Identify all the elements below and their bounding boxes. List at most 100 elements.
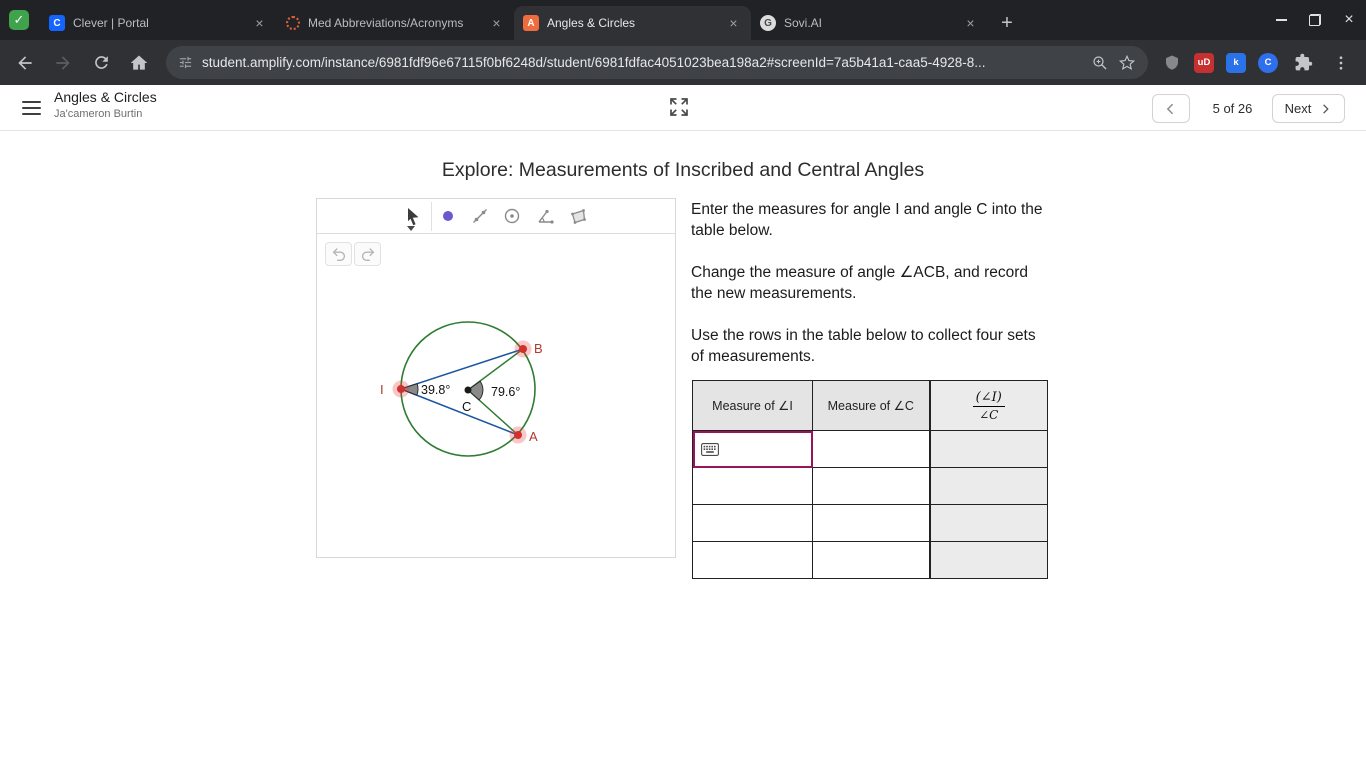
ublock-icon: uD bbox=[1194, 53, 1214, 73]
applet-toolbar bbox=[317, 199, 675, 234]
header-ratio: (∠I) ∠C bbox=[930, 381, 1048, 431]
home-button[interactable] bbox=[122, 46, 156, 80]
chevron-right-icon bbox=[1318, 102, 1332, 116]
measure-I-cell-row1[interactable] bbox=[693, 431, 813, 468]
tab-title: Clever | Portal bbox=[73, 16, 243, 30]
tab-angles-circles-active[interactable]: A Angles & Circles × bbox=[514, 6, 751, 40]
next-page-button[interactable]: Next bbox=[1272, 94, 1345, 123]
browser-tab-strip: ✓ C Clever | Portal × Med Abbreviations/… bbox=[0, 0, 1366, 40]
tab-close-icon[interactable]: × bbox=[488, 15, 505, 32]
new-tab-button[interactable]: + bbox=[993, 9, 1021, 37]
polygon-tool-button[interactable] bbox=[568, 206, 588, 226]
angle-C-measure-label: 79.6° bbox=[491, 385, 520, 399]
tab-sovi-ai[interactable]: G Sovi.AI × bbox=[751, 6, 988, 40]
forward-button[interactable] bbox=[46, 46, 80, 80]
clever-ext-icon: C bbox=[1258, 53, 1278, 73]
point-tool-button[interactable] bbox=[438, 206, 458, 226]
browser-menu-button[interactable] bbox=[1324, 46, 1358, 80]
move-tool-button[interactable] bbox=[403, 206, 423, 226]
lesson-header-title: Angles & Circles bbox=[54, 89, 157, 105]
point-B-label: B bbox=[534, 341, 543, 356]
window-avatar-icon[interactable]: ✓ bbox=[9, 10, 29, 30]
tab-title: Med Abbreviations/Acronyms bbox=[308, 16, 480, 30]
tab-close-icon[interactable]: × bbox=[725, 15, 742, 32]
header-measure-C: Measure of ∠C bbox=[813, 381, 930, 431]
minimize-button[interactable] bbox=[1264, 0, 1298, 40]
point-I[interactable] bbox=[397, 385, 405, 393]
back-button[interactable] bbox=[8, 46, 42, 80]
tab-title: Sovi.AI bbox=[784, 16, 954, 30]
instruction-paragraph-3: Use the rows in the table below to colle… bbox=[691, 325, 1047, 367]
amplify-favicon-icon: A bbox=[523, 15, 539, 31]
angle-tool-icon bbox=[535, 206, 555, 226]
measure-C-cell-row1[interactable] bbox=[813, 431, 930, 468]
line-tool-icon bbox=[470, 206, 490, 226]
tab-clever-portal[interactable]: C Clever | Portal × bbox=[40, 6, 277, 40]
next-button-label: Next bbox=[1285, 101, 1312, 116]
reload-button[interactable] bbox=[84, 46, 118, 80]
ratio-fraction: (∠I) ∠C bbox=[973, 390, 1005, 422]
ratio-cell-row4 bbox=[930, 542, 1048, 579]
measure-I-cell-row4[interactable] bbox=[693, 542, 813, 579]
tool-dropdown-caret-icon[interactable] bbox=[407, 226, 415, 231]
instructions-panel: Enter the measures for angle I and angle… bbox=[691, 199, 1047, 388]
point-B[interactable] bbox=[519, 345, 527, 353]
cursor-arrow-icon bbox=[403, 206, 423, 226]
line-tool-button[interactable] bbox=[470, 206, 490, 226]
measurement-table: Measure of ∠I Measure of ∠C (∠I) ∠C bbox=[692, 380, 1048, 579]
ratio-cell-row3 bbox=[930, 505, 1048, 542]
ublock-extension[interactable]: uD bbox=[1190, 46, 1218, 80]
clever-extension[interactable]: C bbox=[1254, 46, 1282, 80]
point-I-label: I bbox=[380, 382, 384, 397]
puzzle-icon bbox=[1294, 53, 1313, 72]
home-icon bbox=[129, 53, 149, 73]
measure-I-cell-row3[interactable] bbox=[693, 505, 813, 542]
geometry-canvas[interactable]: 39.8° 79.6° B A I C bbox=[317, 235, 675, 557]
kebab-menu-icon bbox=[1332, 54, 1350, 72]
kami-extension[interactable]: k bbox=[1222, 46, 1250, 80]
restore-button[interactable] bbox=[1298, 0, 1332, 40]
site-info-icon[interactable] bbox=[178, 55, 193, 70]
sovi-favicon-icon: G bbox=[760, 15, 776, 31]
circle-tool-button[interactable] bbox=[502, 206, 522, 226]
address-bar[interactable]: student.amplify.com/instance/6981fdf96e6… bbox=[166, 46, 1148, 79]
table-row-1 bbox=[693, 431, 1048, 468]
url-text[interactable]: student.amplify.com/instance/6981fdf96e6… bbox=[202, 55, 1082, 70]
fullscreen-expand-icon bbox=[667, 95, 691, 119]
measure-C-cell-row4[interactable] bbox=[813, 542, 930, 579]
bookmark-star-icon[interactable] bbox=[1118, 54, 1136, 72]
measure-I-cell-row2[interactable] bbox=[693, 468, 813, 505]
measure-C-cell-row3[interactable] bbox=[813, 505, 930, 542]
privacy-shield-extension[interactable] bbox=[1158, 46, 1186, 80]
fraction-numerator: (∠I) bbox=[973, 390, 1005, 407]
measure-C-cell-row2[interactable] bbox=[813, 468, 930, 505]
tab-close-icon[interactable]: × bbox=[962, 15, 979, 32]
tab-close-icon[interactable]: × bbox=[251, 15, 268, 32]
page-title: Explore: Measurements of Inscribed and C… bbox=[0, 159, 1366, 182]
segment-IB[interactable] bbox=[401, 349, 523, 389]
window-controls: × bbox=[1264, 0, 1366, 40]
hamburger-menu-button[interactable] bbox=[22, 101, 41, 119]
instruction-paragraph-2: Change the measure of angle ∠ACB, and re… bbox=[691, 262, 1047, 304]
fullscreen-button[interactable] bbox=[667, 95, 691, 119]
circle-tool-icon bbox=[502, 206, 522, 226]
clever-favicon-icon: C bbox=[49, 15, 65, 31]
angle-tool-button[interactable] bbox=[535, 206, 555, 226]
previous-page-button[interactable] bbox=[1152, 94, 1190, 123]
page-indicator: 5 of 26 bbox=[1205, 94, 1260, 123]
point-A[interactable] bbox=[514, 431, 522, 439]
point-A-label: A bbox=[529, 429, 538, 444]
keyboard-toggle[interactable] bbox=[693, 443, 812, 456]
extensions-button[interactable] bbox=[1286, 46, 1320, 80]
point-C[interactable] bbox=[465, 387, 472, 394]
student-name: Ja'cameron Burtin bbox=[54, 108, 142, 120]
angle-I-measure-label: 39.8° bbox=[421, 383, 450, 397]
tab-med-abbreviations[interactable]: Med Abbreviations/Acronyms × bbox=[277, 6, 514, 40]
zoom-icon[interactable] bbox=[1091, 54, 1109, 72]
med-favicon-icon bbox=[286, 16, 300, 30]
kami-icon: k bbox=[1226, 53, 1246, 73]
back-arrow-icon bbox=[15, 53, 35, 73]
point-tool-icon bbox=[438, 206, 458, 226]
close-window-button[interactable]: × bbox=[1332, 0, 1366, 40]
chevron-left-icon bbox=[1163, 101, 1179, 117]
